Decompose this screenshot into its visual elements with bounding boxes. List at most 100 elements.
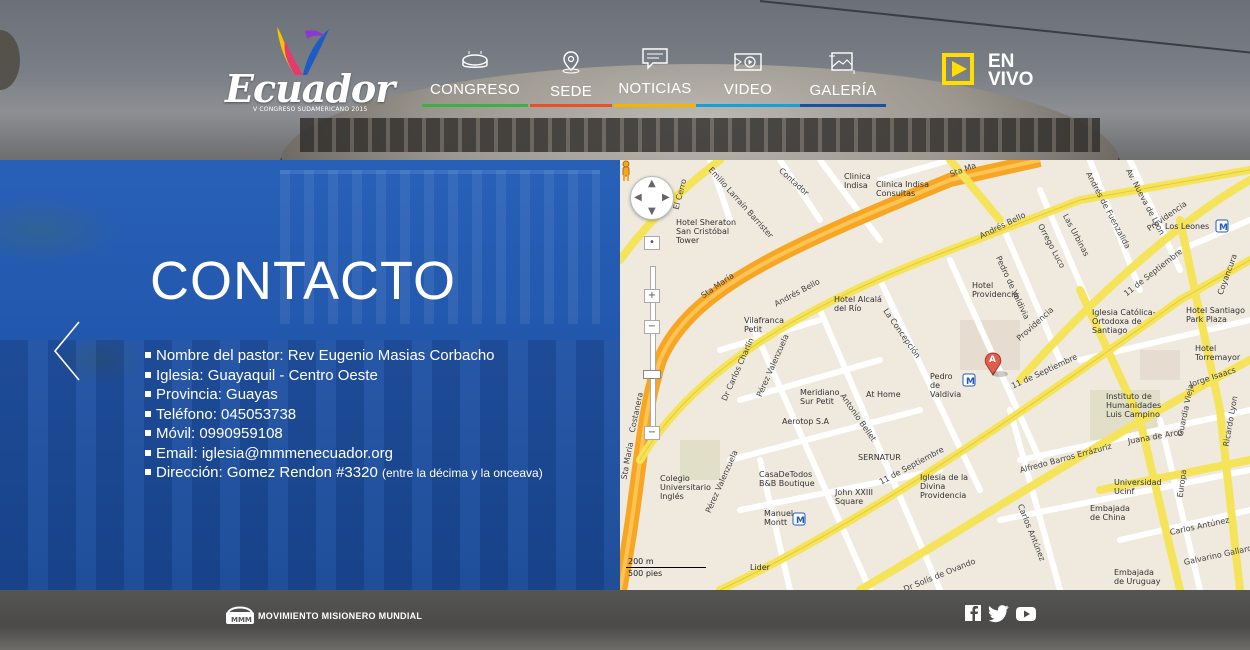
background-tree xyxy=(0,30,20,90)
nav-video[interactable]: VIDEO xyxy=(696,45,800,107)
map-place-label: Instituto de Humanidades Luis Campino xyxy=(1106,392,1162,419)
chevron-left-icon[interactable] xyxy=(52,320,82,382)
nav-congreso[interactable]: CONGRESO xyxy=(422,45,528,107)
contact-label: Nombre del pastor: xyxy=(156,347,288,364)
svg-text:M: M xyxy=(796,516,805,526)
map-place-label: CasaDeTodos B&B Boutique xyxy=(759,470,815,488)
map-place-label: Hotel Santiago Park Plaza xyxy=(1186,306,1246,324)
nav-label: SEDE xyxy=(549,83,593,100)
map-marker-label[interactable]: A xyxy=(989,355,996,365)
contact-value: 0990959108 xyxy=(199,425,283,442)
contact-panel: CONTACTO Nombre del pastor: Rev Eugenio … xyxy=(0,160,620,590)
bullet-icon xyxy=(145,410,151,417)
contact-value[interactable]: iglesia@mmmenecuador.org xyxy=(202,445,393,462)
map-place-label: Los Leones xyxy=(1165,222,1210,231)
live-label: EN VIVO xyxy=(988,52,1048,90)
map-place-label: At Home xyxy=(866,390,901,399)
zoom-thumb[interactable] xyxy=(643,370,661,379)
map-place-label: Hotel Torremayor xyxy=(1195,344,1241,362)
youtube-icon[interactable] xyxy=(1015,604,1037,624)
contact-value: Guayaquil - Centro Oeste xyxy=(207,366,378,384)
header-hero: Ecuador V CONGRESO SUDAMERICANO 2015 CON… xyxy=(0,0,1250,160)
street-view-pegman-icon[interactable] xyxy=(620,160,632,182)
map-pan-control[interactable]: ▲ ▼ ◀ ▶ xyxy=(630,176,674,220)
nav-galeria[interactable]: GALERÍA xyxy=(800,45,886,107)
nav-accent-bar xyxy=(530,104,612,107)
contact-label: Provincia: xyxy=(156,386,227,403)
video-play-icon xyxy=(734,53,762,71)
nav-sede[interactable]: SEDE xyxy=(530,45,612,107)
contact-item-direccion: Dirección: Gomez Rendon #3320 (entre la … xyxy=(145,463,543,484)
map-place-label: Lider xyxy=(750,563,770,572)
footer-org-name: MOVIMIENTO MISIONERO MUNDIAL xyxy=(258,611,423,621)
live-stream-button[interactable]: EN VIVO xyxy=(942,52,1052,93)
ecuador-congress-logo[interactable]: Ecuador V CONGRESO SUDAMERICANO 2015 xyxy=(225,25,395,120)
footer: MMM MOVIMIENTO MISIONERO MUNDIAL xyxy=(0,590,1250,650)
map-zoom-slider[interactable]: • + − − xyxy=(643,236,661,446)
facebook-icon[interactable] xyxy=(963,604,985,624)
map-place-label: Iglesia Católica-Ortodoxa de Santiago xyxy=(1092,308,1156,335)
bullet-icon xyxy=(145,371,151,378)
contact-value: 045053738 xyxy=(221,405,297,423)
zoom-reset-icon[interactable]: • xyxy=(644,236,660,250)
svg-text:M: M xyxy=(1219,223,1228,233)
contact-label: Dirección: xyxy=(156,464,227,481)
contact-note: (entre la décima y la onceava) xyxy=(381,466,543,480)
contact-item-telefono: Teléfono: 045053738 xyxy=(145,405,543,425)
map-place-label: Colegio Universitario Inglés xyxy=(660,474,711,501)
contact-value: Gomez Rendon #3320 xyxy=(226,464,382,481)
contact-label: Móvil: xyxy=(156,425,200,442)
map-place-label: Hotel Alcalá del Río xyxy=(834,295,882,313)
map-place-label: Iglesia de la Divina Providencia xyxy=(920,473,969,500)
stadium-icon xyxy=(462,51,488,68)
contact-label: Iglesia: xyxy=(156,366,208,384)
embedded-map[interactable]: M M M A Clinica Indisa Clinica Indisa Co… xyxy=(620,160,1250,590)
map-place-label: Aerotop S.A xyxy=(782,417,830,426)
scale-imperial: 500 pies xyxy=(628,569,663,578)
map-place-label: Hotel Sheraton San Cristóbal Tower xyxy=(676,218,737,245)
logo-subtitle: V CONGRESO SUDAMERICANO 2015 xyxy=(253,106,368,113)
bullet-icon xyxy=(145,449,151,456)
nav-accent-bar xyxy=(800,104,886,107)
contact-item-email: Email: iglesia@mmmenecuador.org xyxy=(145,444,543,464)
map-place-label: Meridiano Sur Petit xyxy=(800,388,840,406)
play-icon xyxy=(942,53,974,85)
bullet-icon xyxy=(145,391,151,398)
map-scale: 200 m 500 pies xyxy=(624,557,714,583)
map-place-label: Manuel Montt xyxy=(764,509,794,527)
speech-bubble-icon xyxy=(642,48,668,70)
zoom-out-button[interactable]: − xyxy=(644,426,660,440)
map-place-label: Clinica Indisa xyxy=(844,172,871,190)
map-place-label: John XXIII Square xyxy=(835,488,873,506)
bullet-icon xyxy=(145,469,151,476)
twitter-icon[interactable] xyxy=(988,604,1010,624)
scale-line xyxy=(626,567,706,568)
live-label-line2: VIVO xyxy=(988,69,1034,90)
nav-noticias[interactable]: NOTICIAS xyxy=(614,45,696,107)
zoom-in-button[interactable]: + xyxy=(644,289,660,303)
contact-item-provincia: Provincia: Guayas xyxy=(145,385,543,405)
image-icon xyxy=(829,52,855,74)
map-place-label: SERNATUR xyxy=(858,453,901,462)
map-place-label: Clinica Indisa Consultas xyxy=(876,180,929,198)
map-place-label: Embajada de Uruguay xyxy=(1114,568,1161,586)
map-place-label: Embajada de China xyxy=(1090,504,1130,522)
location-pin-icon xyxy=(562,51,580,74)
nav-label: GALERÍA xyxy=(809,82,877,99)
scale-metric: 200 m xyxy=(628,557,654,566)
map-place-label: Universidad Ucinf xyxy=(1114,478,1162,496)
mmm-logo-icon[interactable]: MMM xyxy=(225,606,255,626)
contact-value: Rev Eugenio Masias Corbacho xyxy=(287,347,495,364)
zoom-out-button-upper[interactable]: − xyxy=(644,320,660,334)
map-place-label: Vilafranca Petit xyxy=(744,316,785,334)
nav-label: VIDEO xyxy=(723,81,773,98)
contact-info-list: Nombre del pastor: Rev Eugenio Masias Co… xyxy=(145,346,543,484)
svg-text:MMM: MMM xyxy=(231,616,252,624)
nav-label: CONGRESO xyxy=(430,81,520,98)
nav-accent-bar xyxy=(422,104,528,107)
page-title: CONTACTO xyxy=(150,251,457,311)
contact-item-pastor: Nombre del pastor: Rev Eugenio Masias Co… xyxy=(145,346,543,366)
nav-label: NOTICIAS xyxy=(618,80,692,97)
nav-accent-bar xyxy=(614,104,696,107)
contact-label: Teléfono: xyxy=(156,405,222,423)
